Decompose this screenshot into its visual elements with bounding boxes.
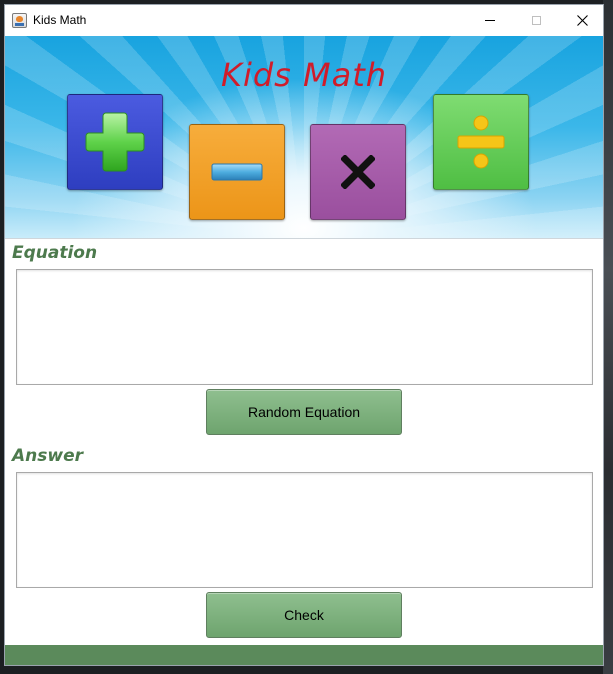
banner-title: Kids Math <box>220 56 388 94</box>
footer-bar <box>5 645 603 665</box>
close-button[interactable] <box>559 5 603 36</box>
answer-text-area[interactable] <box>16 472 593 588</box>
multiplication-button[interactable] <box>310 124 406 220</box>
window-title: Kids Math <box>33 13 87 27</box>
subtraction-button[interactable] <box>189 124 285 220</box>
plus-icon <box>85 112 145 172</box>
maximize-button[interactable] <box>513 5 559 36</box>
answer-label: Answer <box>12 446 83 466</box>
random-equation-button[interactable]: Random Equation <box>206 389 402 435</box>
minimize-button[interactable] <box>467 5 513 36</box>
check-button[interactable]: Check <box>206 592 402 638</box>
desktop-background <box>603 0 613 674</box>
title-bar[interactable]: Kids Math <box>5 5 603 36</box>
minus-icon <box>211 163 263 181</box>
maximize-icon <box>531 16 541 25</box>
times-icon <box>341 155 375 189</box>
divide-icon <box>457 115 505 169</box>
app-window: Kids Math Kids Math Equation Random Equa… <box>4 4 604 666</box>
minimize-icon <box>485 20 495 21</box>
close-icon <box>576 15 588 26</box>
java-cup-icon <box>12 13 27 28</box>
division-button[interactable] <box>433 94 529 190</box>
equation-label: Equation <box>12 243 98 263</box>
header-banner: Kids Math <box>5 36 603 239</box>
equation-text-area[interactable] <box>16 269 593 385</box>
addition-button[interactable] <box>67 94 163 190</box>
